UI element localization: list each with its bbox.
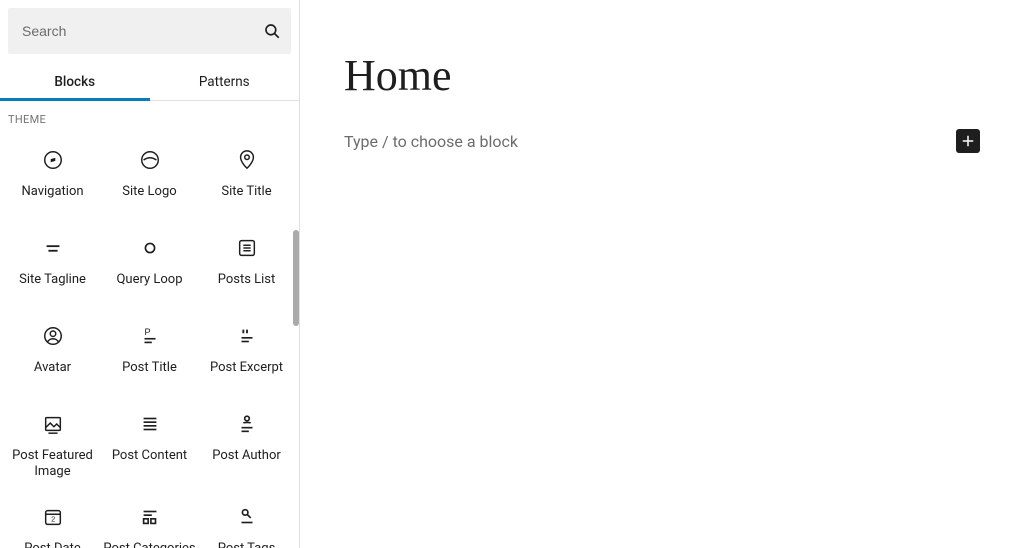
search-icon[interactable] [253,22,291,40]
search-input[interactable] [8,23,253,39]
block-grid: Navigation Site Logo Site Title Site Tag… [0,132,299,548]
block-label: Post Excerpt [210,360,283,376]
block-label: Posts List [218,272,276,288]
block-label: Post Date [24,541,80,548]
add-block-button[interactable] [956,129,980,153]
tab-patterns[interactable]: Patterns [150,62,300,100]
block-inserter-sidebar: Blocks Patterns THEME Navigation Site Lo… [0,0,300,548]
editor-canvas[interactable]: Home Type / to choose a block [300,0,1024,548]
block-grid-scroll[interactable]: Navigation Site Logo Site Title Site Tag… [0,132,299,548]
svg-text:P: P [144,327,150,337]
block-post-date[interactable]: 2 Post Date [4,499,101,548]
calendar-icon: 2 [41,505,65,529]
avatar-icon [41,324,65,348]
author-icon [235,412,259,436]
block-avatar[interactable]: Avatar [4,318,101,388]
block-label: Site Title [221,184,271,200]
block-site-tagline[interactable]: Site Tagline [4,230,101,300]
block-post-author[interactable]: Post Author [198,406,295,481]
post-title-icon: P [138,324,162,348]
block-post-excerpt[interactable]: Post Excerpt [198,318,295,388]
empty-block-prompt[interactable]: Type / to choose a block [344,132,518,151]
scrollbar-thumb[interactable] [293,230,299,326]
block-label: Query Loop [116,272,182,288]
block-label: Post Categories [103,541,195,548]
list-box-icon [235,236,259,260]
block-post-tags[interactable]: Post Tags [198,499,295,548]
svg-text:2: 2 [51,514,55,523]
block-site-title[interactable]: Site Title [198,142,295,212]
block-navigation[interactable]: Navigation [4,142,101,212]
search-box [8,8,291,54]
section-label-theme: THEME [0,101,299,132]
block-label: Site Logo [122,184,176,200]
inserter-tabs: Blocks Patterns [0,62,299,101]
block-label: Post Content [112,448,187,464]
loop-icon [138,236,162,260]
block-label: Post Featured Image [6,448,99,481]
block-query-loop[interactable]: Query Loop [101,230,198,300]
categories-icon [138,505,162,529]
block-post-content[interactable]: Post Content [101,406,198,481]
tagline-icon [41,236,65,260]
pin-icon [235,148,259,172]
tab-blocks[interactable]: Blocks [0,62,150,100]
block-label: Post Author [212,448,281,464]
tag-icon [235,505,259,529]
content-lines-icon [138,412,162,436]
block-post-title[interactable]: P Post Title [101,318,198,388]
block-label: Navigation [21,184,83,200]
block-post-featured-image[interactable]: Post Featured Image [4,406,101,481]
block-site-logo[interactable]: Site Logo [101,142,198,212]
page-title[interactable]: Home [344,50,980,101]
block-label: Avatar [34,360,71,376]
excerpt-icon [235,324,259,348]
block-posts-list[interactable]: Posts List [198,230,295,300]
site-logo-icon [138,148,162,172]
block-label: Post Tags [218,541,276,548]
empty-block-prompt-row: Type / to choose a block [344,129,980,153]
block-label: Site Tagline [19,272,86,288]
compass-icon [41,148,65,172]
image-icon [41,412,65,436]
block-post-categories[interactable]: Post Categories [101,499,198,548]
block-label: Post Title [122,360,177,376]
